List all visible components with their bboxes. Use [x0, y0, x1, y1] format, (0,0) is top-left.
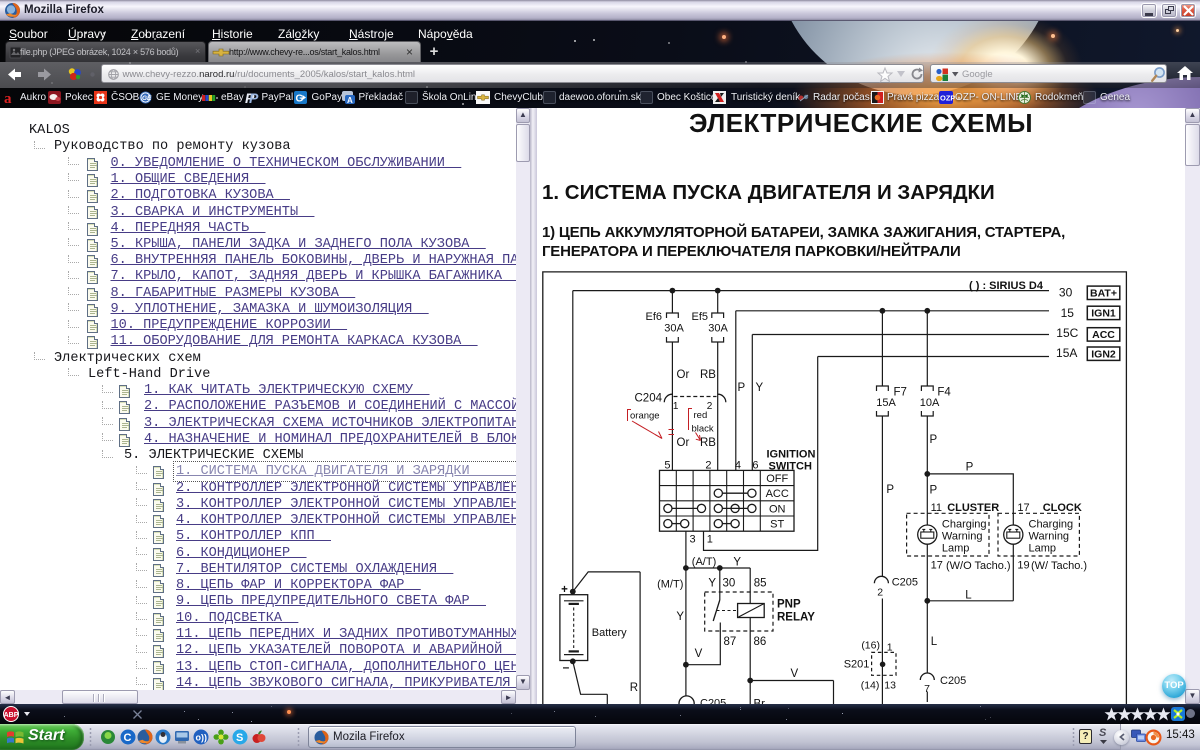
svg-text:C205: C205	[700, 697, 726, 704]
svg-text:2: 2	[707, 401, 713, 412]
svg-text:ACC: ACC	[1092, 329, 1115, 341]
svg-text:C204: C204	[635, 393, 663, 405]
svg-text:P: P	[930, 434, 938, 446]
svg-text:85: 85	[754, 578, 767, 590]
svg-text:10A: 10A	[920, 397, 940, 409]
svg-text:30: 30	[723, 578, 736, 590]
svg-text:+: +	[561, 584, 568, 596]
svg-text:ST: ST	[770, 518, 784, 530]
svg-text:30A: 30A	[708, 322, 728, 334]
svg-text:F4: F4	[937, 387, 951, 399]
svg-text:Y: Y	[756, 382, 764, 394]
svg-text:(14): (14)	[861, 680, 880, 692]
svg-text:2: 2	[877, 587, 883, 599]
svg-text:IGNITION: IGNITION	[767, 448, 816, 460]
svg-text:Or: Or	[677, 437, 690, 449]
svg-text:6: 6	[752, 459, 758, 471]
svg-text:C205: C205	[892, 576, 918, 588]
svg-text:OZP: OZP	[940, 93, 955, 102]
svg-text:ABP: ABP	[4, 712, 19, 719]
svg-text:ACC: ACC	[766, 488, 789, 500]
svg-text:A: A	[347, 96, 353, 105]
svg-text:P: P	[966, 461, 974, 473]
svg-text:19: 19	[1017, 559, 1029, 571]
svg-text:(A/T): (A/T)	[692, 556, 716, 568]
svg-text:1: 1	[887, 642, 893, 654]
svg-text:(W/ Tacho.): (W/ Tacho.)	[1031, 560, 1087, 572]
svg-text:IGN1: IGN1	[1091, 308, 1116, 320]
svg-text:15A: 15A	[876, 397, 896, 409]
svg-text:Ef5: Ef5	[691, 311, 708, 323]
svg-text:15A: 15A	[1056, 346, 1077, 360]
svg-text:V: V	[695, 648, 703, 660]
svg-text:OFF: OFF	[766, 473, 788, 485]
svg-text:Y: Y	[708, 578, 716, 590]
svg-text:1: 1	[673, 401, 679, 412]
svg-text:ON: ON	[769, 503, 786, 515]
svg-text:17: 17	[931, 559, 943, 571]
svg-text:a: a	[4, 91, 12, 107]
svg-text:(M/T): (M/T)	[657, 578, 683, 590]
svg-text:30A: 30A	[664, 322, 684, 334]
svg-text:13: 13	[884, 680, 896, 692]
svg-text:Ef6: Ef6	[645, 311, 662, 323]
svg-text:( ) : SIRIUS D4: ( ) : SIRIUS D4	[969, 280, 1044, 292]
svg-text:RB: RB	[700, 437, 716, 449]
svg-text:CLOCK: CLOCK	[1043, 502, 1082, 514]
svg-text:RELAY: RELAY	[777, 612, 815, 624]
svg-text:Lamp: Lamp	[1029, 542, 1057, 554]
svg-text:Or: Or	[677, 369, 690, 381]
svg-text:S: S	[236, 732, 243, 744]
svg-text:P: P	[886, 484, 894, 496]
svg-text:G: G	[295, 93, 303, 104]
svg-text:1: 1	[707, 533, 713, 545]
svg-text:L: L	[931, 636, 938, 648]
svg-text:(W/O Tacho.): (W/O Tacho.)	[946, 560, 1011, 572]
svg-text:5: 5	[664, 459, 670, 471]
svg-text:orange: orange	[630, 410, 660, 421]
svg-text:3: 3	[690, 533, 696, 545]
svg-text:Y: Y	[733, 556, 741, 568]
svg-text:C205: C205	[940, 675, 966, 687]
svg-text:30: 30	[1059, 286, 1073, 300]
svg-text:GE: GE	[142, 95, 152, 102]
svg-text:P: P	[738, 382, 746, 394]
svg-text:black: black	[692, 423, 714, 434]
svg-text:o)): o))	[196, 733, 208, 743]
svg-text:Warning: Warning	[942, 530, 983, 542]
svg-text:R: R	[630, 682, 638, 694]
svg-text:BAT+: BAT+	[1090, 288, 1117, 300]
svg-text:S201: S201	[844, 659, 870, 671]
svg-text:15C: 15C	[1056, 326, 1078, 340]
svg-text:86: 86	[754, 636, 767, 648]
svg-text:PNP: PNP	[777, 599, 801, 611]
svg-text:C: C	[124, 732, 132, 744]
svg-text:–: –	[563, 660, 570, 674]
svg-text:Warning: Warning	[1029, 530, 1070, 542]
svg-text:15: 15	[1061, 306, 1075, 320]
svg-text:17: 17	[1017, 502, 1029, 514]
svg-text:red: red	[694, 410, 708, 421]
svg-text:Lamp: Lamp	[942, 542, 970, 554]
svg-text:2: 2	[705, 459, 711, 471]
svg-text:RB: RB	[700, 369, 716, 381]
svg-text:P: P	[930, 485, 938, 497]
svg-text:Charging: Charging	[942, 518, 987, 530]
svg-text:CLUSTER: CLUSTER	[947, 502, 999, 514]
svg-text:Y: Y	[676, 611, 684, 623]
svg-text:L: L	[965, 590, 972, 602]
svg-text:(16): (16)	[861, 640, 880, 652]
svg-text:Charging: Charging	[1029, 518, 1074, 530]
svg-text:11: 11	[931, 502, 942, 514]
svg-text:Battery: Battery	[592, 627, 627, 639]
svg-text:P: P	[249, 90, 259, 106]
svg-text:IGN2: IGN2	[1091, 348, 1116, 360]
svg-text:V: V	[791, 668, 799, 680]
svg-text:87: 87	[724, 636, 737, 648]
